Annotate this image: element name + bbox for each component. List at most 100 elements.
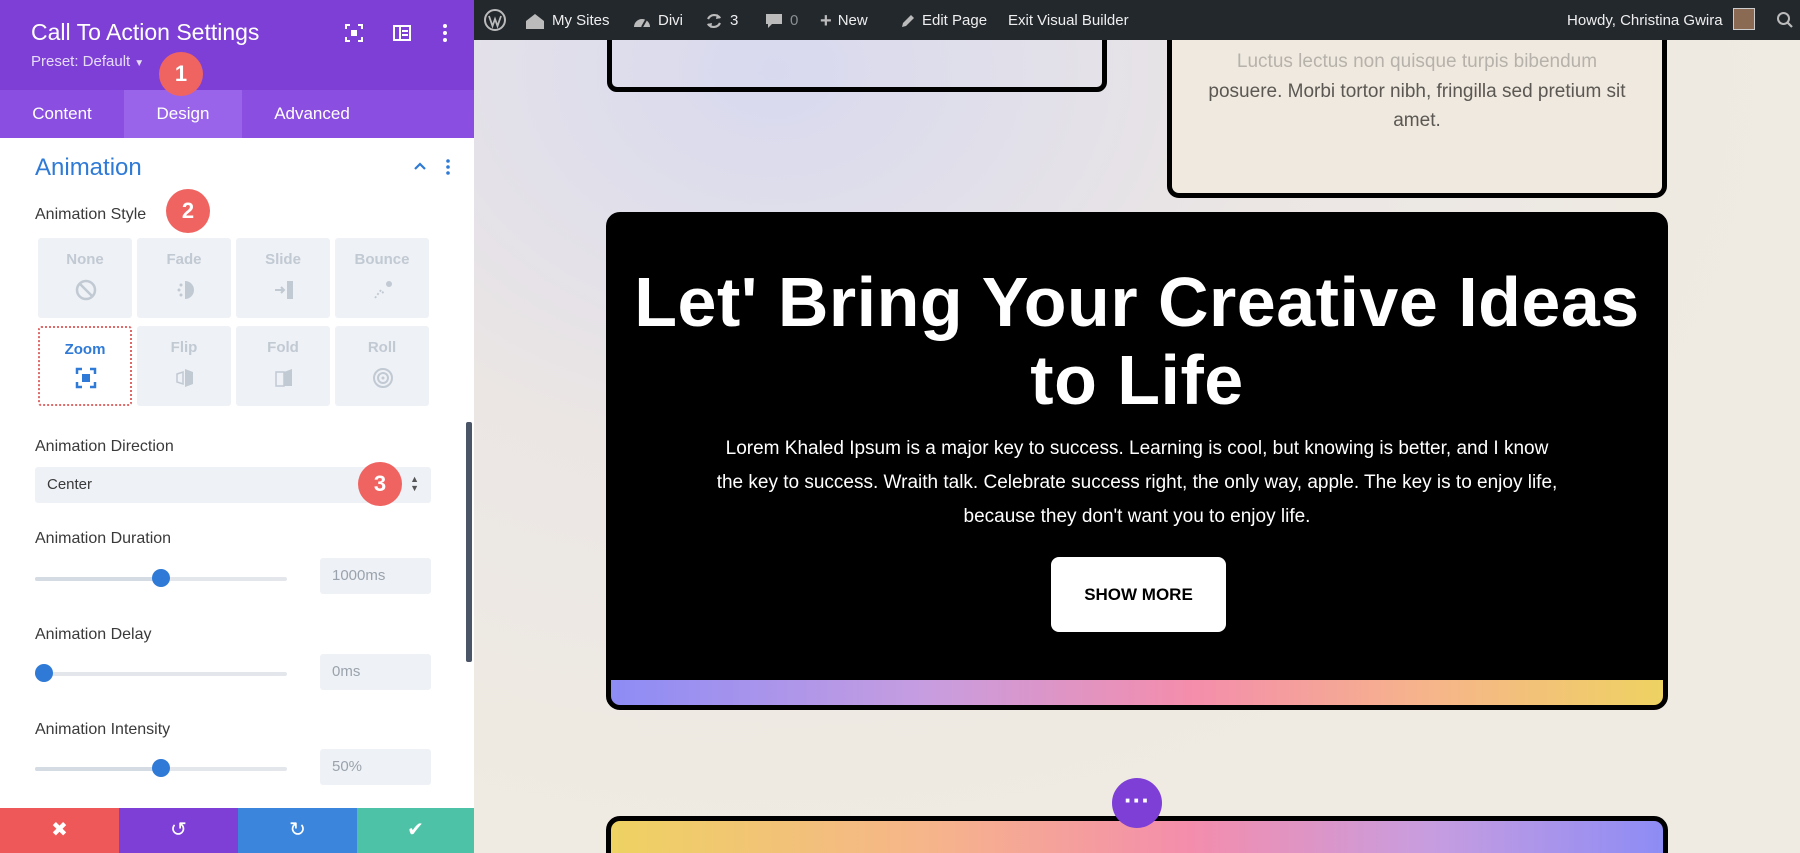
step-badge-2: 2 <box>166 189 210 233</box>
style-option-zoom[interactable]: Zoom <box>38 326 132 406</box>
animation-duration-slider[interactable] <box>35 569 287 587</box>
style-option-none[interactable]: None <box>38 238 132 318</box>
settings-panel: Call To Action Settings Preset: Default ▼… <box>0 0 474 853</box>
fold-icon <box>275 369 292 387</box>
style-option-label: Fade <box>166 251 202 268</box>
tab-advanced[interactable]: Advanced <box>242 90 382 138</box>
save-button[interactable]: ✔ <box>357 808 474 853</box>
updates-menu[interactable]: 3 <box>704 11 738 31</box>
style-option-roll[interactable]: Roll <box>335 326 429 406</box>
panel-footer: ✖ ↺ ↻ ✔ <box>0 808 474 853</box>
panel-title: Call To Action Settings <box>31 19 260 45</box>
my-sites-label: My Sites <box>552 12 610 29</box>
animation-direction-label: Animation Direction <box>35 438 174 455</box>
exit-visual-builder-link[interactable]: Exit Visual Builder <box>1008 11 1129 31</box>
section-options-icon[interactable] <box>444 158 452 176</box>
card-text-partial: Luctus lectus non quisque turpis bibendu… <box>1236 51 1598 72</box>
cancel-button[interactable]: ✖ <box>0 808 119 853</box>
flip-icon <box>176 369 193 387</box>
comments-menu[interactable]: 0 <box>764 11 798 31</box>
plus-icon: + <box>820 10 832 33</box>
style-option-label: None <box>66 251 104 268</box>
select-arrows-icon: ▲ ▼ <box>410 474 419 493</box>
card-text: posuere. Morbi tortor nibh, fringilla se… <box>1208 81 1626 131</box>
none-icon <box>75 279 97 301</box>
preset-label: Preset: Default <box>31 53 131 70</box>
step-badge-1: 1 <box>159 52 203 96</box>
animation-intensity-value: 50% <box>332 758 363 775</box>
panel-tabs: Content Design Advanced <box>0 90 474 138</box>
divi-label: Divi <box>658 12 683 29</box>
slider-handle[interactable] <box>152 759 170 777</box>
animation-delay-input[interactable]: 0ms <box>320 654 431 690</box>
undo-icon: ↺ <box>170 819 187 841</box>
preset-selector[interactable]: Preset: Default ▼ <box>31 53 144 70</box>
my-sites-menu[interactable]: My Sites <box>524 11 610 31</box>
panel-scrollbar[interactable] <box>466 422 472 662</box>
dashboard-icon <box>634 19 650 28</box>
edit-page-label: Edit Page <box>922 12 988 29</box>
style-option-label: Roll <box>367 339 397 356</box>
slider-handle[interactable] <box>152 569 170 587</box>
cta-heading: Let' Bring Your Creative Ideas to Life <box>634 263 1640 419</box>
roll-icon <box>373 368 393 388</box>
animation-delay-slider[interactable] <box>35 664 287 682</box>
slide-icon <box>275 281 293 299</box>
animation-direction-value: Center <box>47 476 93 493</box>
animation-duration-input[interactable]: 1000ms <box>320 558 431 594</box>
animation-intensity-input[interactable]: 50% <box>320 749 431 785</box>
wp-admin-bar: My Sites Divi 3 0 + New Edit Page Exit Vi… <box>474 0 1800 40</box>
new-menu[interactable]: + New <box>820 11 868 31</box>
animation-intensity-label: Animation Intensity <box>35 721 171 738</box>
tab-content[interactable]: Content <box>0 90 124 138</box>
section-title-animation[interactable]: Animation <box>35 154 142 182</box>
slider-fill <box>35 577 161 581</box>
avatar[interactable] <box>1733 8 1755 30</box>
redo-button[interactable]: ↻ <box>238 808 357 853</box>
style-option-label: Zoom <box>64 341 106 358</box>
redo-icon: ↻ <box>289 819 306 841</box>
style-option-label: Flip <box>170 339 198 356</box>
style-option-flip[interactable]: Flip <box>137 326 231 406</box>
animation-style-label: Animation Style <box>35 206 147 223</box>
edit-page-link[interactable]: Edit Page <box>900 11 987 31</box>
animation-intensity-slider[interactable] <box>35 759 287 777</box>
cta-body-text: Lorem Khaled Ipsum is a major key to suc… <box>716 438 1558 527</box>
style-option-fade[interactable]: Fade <box>137 238 231 318</box>
focus-icon[interactable] <box>343 22 365 44</box>
panel-header: Call To Action Settings Preset: Default ▼ <box>0 0 474 90</box>
page-canvas: Luctus lectus non quisque turpis bibendu… <box>474 40 1800 853</box>
divi-menu[interactable]: Divi <box>632 11 683 31</box>
style-option-bounce[interactable]: Bounce <box>335 238 429 318</box>
fade-icon <box>177 281 194 299</box>
caret-down-icon: ▼ <box>134 58 145 69</box>
user-greeting[interactable]: Howdy, Christina Gwira <box>1567 11 1723 31</box>
wordpress-logo-icon[interactable] <box>483 8 507 32</box>
content-card[interactable] <box>607 40 1107 92</box>
search-icon[interactable] <box>1776 11 1794 29</box>
content-card[interactable]: Luctus lectus non quisque turpis bibendu… <box>1167 40 1667 198</box>
gradient-strip <box>611 680 1663 705</box>
undo-button[interactable]: ↺ <box>119 808 238 853</box>
chevron-up-icon[interactable] <box>412 158 428 174</box>
check-icon: ✔ <box>407 819 424 841</box>
add-section-button[interactable]: ··· <box>1112 778 1162 828</box>
animation-delay-label: Animation Delay <box>35 626 152 643</box>
sidebar-layout-icon[interactable] <box>391 22 413 44</box>
slider-fill <box>35 767 161 771</box>
style-option-label: Fold <box>267 339 299 356</box>
style-option-fold[interactable]: Fold <box>236 326 330 406</box>
call-to-action-module[interactable]: Let' Bring Your Creative Ideas to Life L… <box>606 212 1668 710</box>
more-options-icon[interactable] <box>434 22 456 44</box>
tab-design[interactable]: Design <box>124 90 242 138</box>
animation-duration-value: 1000ms <box>332 567 386 584</box>
style-option-slide[interactable]: Slide <box>236 238 330 318</box>
step-badge-3: 3 <box>358 462 402 506</box>
new-label: New <box>837 12 868 29</box>
animation-delay-value: 0ms <box>332 663 361 680</box>
updates-count: 3 <box>730 12 739 29</box>
zoom-icon <box>75 367 97 389</box>
slider-handle[interactable] <box>35 664 53 682</box>
show-more-button[interactable]: SHOW MORE <box>1051 557 1226 632</box>
style-option-label: Bounce <box>354 251 410 268</box>
